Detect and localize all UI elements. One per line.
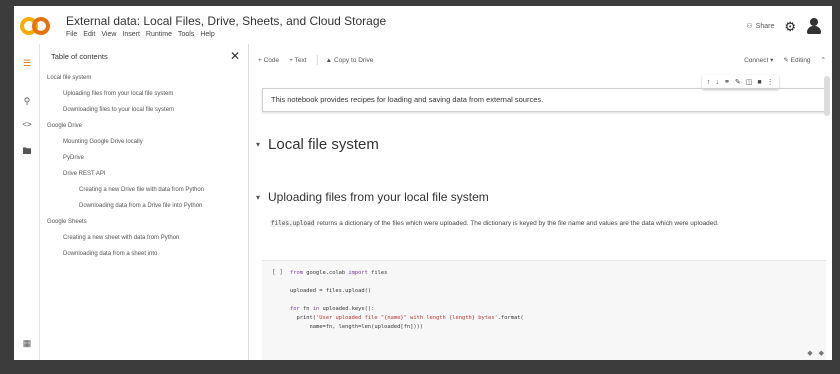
heading-upload-text: Uploading files from your local file sys… <box>268 190 489 204</box>
copy-to-drive-button[interactable]: ▲ Copy to Drive <box>326 57 374 64</box>
notebook-main: This notebook provides recipes for loadi… <box>250 72 832 360</box>
section-heading-local[interactable]: ▾ Local file system <box>256 136 379 153</box>
toc-sidebar: Table of contents ✕ Local file system Up… <box>41 44 249 360</box>
intro-text: This notebook provides recipes for loadi… <box>271 95 544 104</box>
add-code-button[interactable]: + Code <box>258 57 279 64</box>
scrollbar[interactable] <box>824 76 830 116</box>
toc-item[interactable]: Google Drive <box>41 122 248 130</box>
settings-small-icon[interactable]: ◆ <box>819 349 824 357</box>
avatar-body <box>807 26 821 34</box>
search-icon[interactable]: ⚲ <box>21 96 33 107</box>
avatar-head <box>810 18 818 26</box>
run-cell-button[interactable]: [ ] <box>272 269 283 276</box>
editing-label: Editing <box>790 57 811 64</box>
toc-item[interactable]: PyDrive <box>41 154 248 162</box>
colab-logo[interactable] <box>20 16 54 36</box>
toc-item[interactable]: Mounting Google Drive locally <box>41 138 248 146</box>
header-actions: ⚇ Share ⚙ <box>746 18 822 34</box>
app-header: External data: Local Files, Drive, Sheet… <box>14 6 832 44</box>
menu-tools[interactable]: Tools <box>178 31 194 38</box>
upload-description: files.upload returns a dictionary of the… <box>270 218 826 229</box>
toc-item[interactable]: Downloading data from a sheet into <box>41 250 248 258</box>
menu-file[interactable]: File <box>66 31 77 38</box>
inline-code: files.upload <box>270 220 316 227</box>
status-icons: ◆ ◆ <box>807 349 824 357</box>
menu-runtime[interactable]: Runtime <box>146 31 172 38</box>
colab-window: External data: Local Files, Drive, Sheet… <box>14 6 832 360</box>
logo-ring-right <box>32 17 50 35</box>
menu-edit[interactable]: Edit <box>83 31 95 38</box>
pencil-icon: ✎ <box>783 57 789 64</box>
toc-item[interactable]: Local file system <box>41 74 248 82</box>
toc-item[interactable]: Uploading files from your local file sys… <box>41 90 248 98</box>
section-heading-upload[interactable]: ▾ Uploading files from your local file s… <box>256 190 489 204</box>
editing-button[interactable]: ✎ Editing <box>783 56 810 64</box>
people-icon: ⚇ <box>746 23 753 30</box>
toc-title: Table of contents <box>51 51 108 61</box>
code-snippets-icon[interactable]: <> <box>21 120 33 129</box>
toc-item[interactable]: Creating a new Drive file with data from… <box>41 186 248 194</box>
toc-item[interactable]: Google Sheets <box>41 218 248 226</box>
gear-icon[interactable]: ⚙ <box>784 20 796 33</box>
text-cell-intro[interactable]: This notebook provides recipes for loadi… <box>262 88 826 112</box>
toc-item[interactable]: Creating a new sheet with data from Pyth… <box>41 234 248 242</box>
toc-item[interactable]: Drive REST API <box>41 170 248 178</box>
code-cell[interactable]: [ ] from google.colab import files uploa… <box>262 260 826 360</box>
terminal-icon[interactable]: ▦ <box>21 338 33 349</box>
collapse-header-icon[interactable]: ⌃ <box>821 56 826 64</box>
menu-view[interactable]: View <box>101 31 116 38</box>
toc-item[interactable]: Downloading files to your local file sys… <box>41 106 248 114</box>
menu-bar: File Edit View Insert Runtime Tools Help <box>66 31 215 38</box>
collapse-caret-icon[interactable]: ▾ <box>256 193 260 202</box>
toc-icon[interactable]: ☰ <box>21 58 33 69</box>
toolbar-divider <box>316 55 318 65</box>
avatar[interactable] <box>806 18 822 34</box>
toolbar-right: Connect ▾ ✎ Editing ⌃ <box>744 56 826 64</box>
expand-icon[interactable]: ◆ <box>807 349 812 357</box>
connect-label: Connect <box>744 57 769 64</box>
add-text-button[interactable]: + Text <box>289 57 306 64</box>
notebook-toolbar: + Code + Text ▲ Copy to Drive Connect ▾ … <box>250 51 832 69</box>
chevron-down-icon: ▾ <box>770 57 774 64</box>
code-editor[interactable]: from google.colab import files uploaded … <box>290 269 524 332</box>
share-button[interactable]: ⚇ Share <box>746 22 775 31</box>
left-rail: ☰ ⚲ <> 🖿 ▦ <box>14 44 40 360</box>
connect-button[interactable]: Connect ▾ <box>744 56 773 64</box>
folder-icon[interactable]: 🖿 <box>21 144 33 160</box>
notebook-title[interactable]: External data: Local Files, Drive, Sheet… <box>66 14 386 28</box>
toc-list: Local file system Uploading files from y… <box>41 68 248 258</box>
close-icon[interactable]: ✕ <box>230 50 240 62</box>
upload-description-text: returns a dictionary of the files which … <box>315 220 719 227</box>
drive-icon: ▲ <box>325 56 332 64</box>
toc-header: Table of contents ✕ <box>41 44 248 68</box>
collapse-caret-icon[interactable]: ▾ <box>256 140 260 149</box>
copy-to-drive-label: Copy to Drive <box>334 56 374 64</box>
share-label: Share <box>755 22 775 30</box>
heading-local-text: Local file system <box>268 136 379 153</box>
toc-item[interactable]: Downloading data from a Drive file into … <box>41 202 248 210</box>
menu-insert[interactable]: Insert <box>122 31 140 38</box>
menu-help[interactable]: Help <box>200 31 214 38</box>
